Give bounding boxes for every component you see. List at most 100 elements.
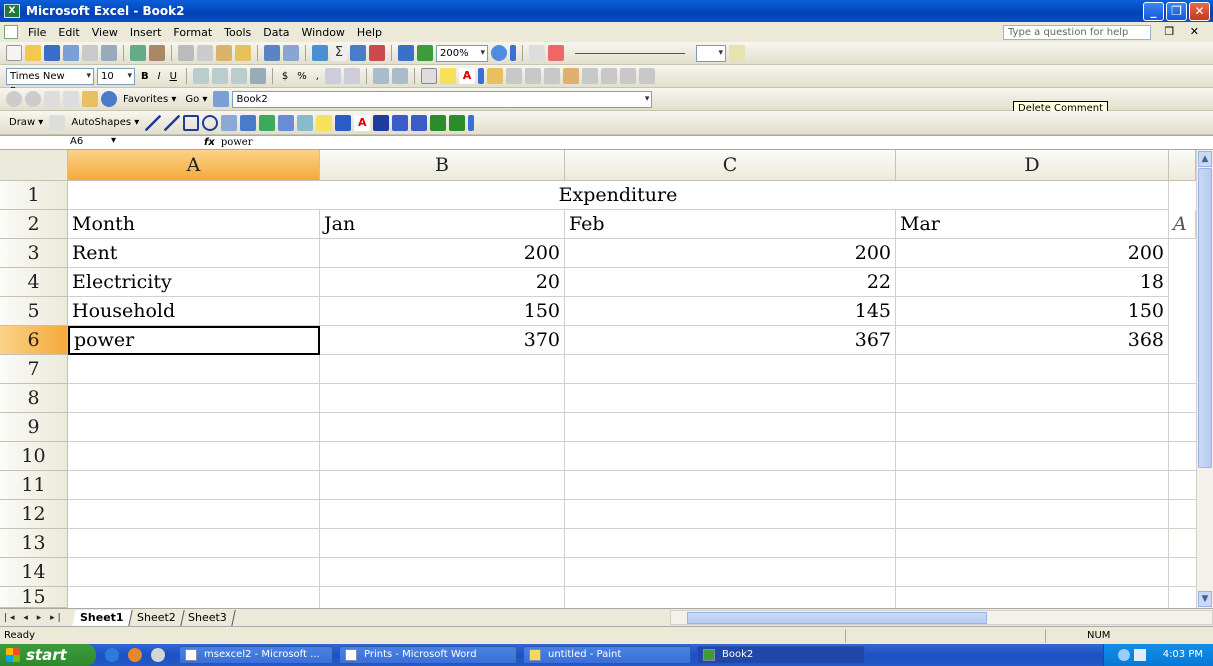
reviewing-icon-1[interactable]: [486, 68, 503, 84]
cell-d6[interactable]: 368: [896, 326, 1169, 355]
drawing-icon[interactable]: [417, 45, 433, 61]
row-header-5[interactable]: 5: [0, 297, 68, 326]
arrow-style-icon[interactable]: [411, 114, 428, 131]
forward-icon[interactable]: [25, 91, 41, 107]
taskbar-item-prints[interactable]: Prints - Microsoft Word: [339, 646, 517, 664]
insert-function-icon[interactable]: fx: [204, 137, 215, 148]
reviewing-icon-9[interactable]: [638, 68, 655, 84]
line-color-icon[interactable]: [335, 114, 352, 131]
zoom-select[interactable]: 200%: [436, 44, 488, 62]
horizontal-scrollbar[interactable]: [670, 610, 1213, 625]
row-header-11[interactable]: 11: [0, 471, 68, 500]
textbox-icon[interactable]: [221, 114, 238, 131]
cell-title[interactable]: Expenditure: [68, 181, 1169, 210]
format-painter-icon[interactable]: [235, 45, 251, 61]
ie-quicklaunch-icon[interactable]: [105, 648, 119, 662]
row-header-12[interactable]: 12: [0, 500, 68, 529]
taskbar-item-paint[interactable]: untitled - Paint: [523, 646, 691, 664]
taskbar-item-msexcel2[interactable]: msexcel2 - Microsoft ...: [179, 646, 333, 664]
draw-font-color-icon[interactable]: A: [354, 114, 371, 131]
font-size-select[interactable]: 10: [97, 67, 135, 85]
reviewing-icon-6[interactable]: [581, 68, 598, 84]
cell-d3[interactable]: 200: [896, 239, 1169, 268]
rectangle-icon[interactable]: [183, 114, 200, 131]
font-color-icon[interactable]: A: [458, 68, 475, 84]
back-icon[interactable]: [6, 91, 22, 107]
menu-insert[interactable]: Insert: [124, 26, 168, 39]
reviewing-icon-5[interactable]: [562, 68, 579, 84]
underline-button[interactable]: U: [167, 71, 180, 82]
empty-cells[interactable]: [68, 355, 1196, 608]
select-all-button[interactable]: [0, 150, 68, 181]
pen-color-icon[interactable]: [729, 45, 745, 61]
shadow-icon[interactable]: [430, 114, 447, 131]
show-only-web-toolbar-icon[interactable]: [213, 91, 230, 107]
column-header-a[interactable]: A: [68, 150, 320, 181]
close-button[interactable]: ✕: [1189, 2, 1210, 21]
select-objects-icon[interactable]: [49, 114, 66, 131]
picture-icon[interactable]: [297, 114, 314, 131]
cell-b6[interactable]: 370: [320, 326, 565, 355]
comma-button[interactable]: ,: [313, 71, 322, 82]
cut-icon[interactable]: [178, 45, 194, 61]
worksheet-grid[interactable]: A B C D 1 2 3 4 5 6 7 8 9 10 11 12 13 14…: [0, 150, 1213, 608]
3d-icon[interactable]: [449, 114, 466, 131]
align-center-icon[interactable]: [211, 68, 228, 84]
redo-icon[interactable]: [283, 45, 299, 61]
sort-descending-icon[interactable]: [369, 45, 385, 61]
vertical-scroll-thumb[interactable]: [1198, 168, 1212, 468]
menu-help[interactable]: Help: [351, 26, 388, 39]
start-button[interactable]: start: [0, 644, 96, 666]
toolbar-options-icon[interactable]: [477, 68, 484, 84]
menu-format[interactable]: Format: [167, 26, 218, 39]
column-header-b[interactable]: B: [320, 150, 565, 181]
decrease-indent-icon[interactable]: [372, 68, 389, 84]
cell-b5[interactable]: 150: [320, 297, 565, 326]
vertical-scrollbar[interactable]: ▲ ▼: [1196, 150, 1213, 608]
paste-icon[interactable]: [216, 45, 232, 61]
comment-icon[interactable]: [529, 45, 545, 61]
row-header-9[interactable]: 9: [0, 413, 68, 442]
print-icon[interactable]: [82, 45, 98, 61]
new-icon[interactable]: [6, 45, 22, 61]
firefox-quicklaunch-icon[interactable]: [128, 648, 142, 662]
diagram-icon[interactable]: [259, 114, 276, 131]
cell-b4[interactable]: 20: [320, 268, 565, 297]
menu-data[interactable]: Data: [257, 26, 295, 39]
research-icon[interactable]: [149, 45, 165, 61]
italic-button[interactable]: I: [155, 71, 164, 82]
cell-c3[interactable]: 200: [565, 239, 896, 268]
row-header-10[interactable]: 10: [0, 442, 68, 471]
cell-c5[interactable]: 145: [565, 297, 896, 326]
spelling-icon[interactable]: [130, 45, 146, 61]
currency-button[interactable]: $: [279, 71, 291, 82]
increase-decimal-icon[interactable]: [324, 68, 341, 84]
clip-art-icon[interactable]: [278, 114, 295, 131]
menu-edit[interactable]: Edit: [52, 26, 85, 39]
row-header-4[interactable]: 4: [0, 268, 68, 297]
print-preview-icon[interactable]: [101, 45, 117, 61]
cell-d4[interactable]: 18: [896, 268, 1169, 297]
reviewing-icon-2[interactable]: [505, 68, 522, 84]
arrow-icon[interactable]: [164, 114, 181, 131]
increase-indent-icon[interactable]: [391, 68, 408, 84]
hyperlink-icon[interactable]: [312, 45, 328, 61]
row-header-15[interactable]: 15: [0, 587, 68, 608]
cell-a2[interactable]: Month: [68, 210, 320, 239]
autosum-icon[interactable]: Σ: [331, 45, 347, 61]
row-header-13[interactable]: 13: [0, 529, 68, 558]
undo-icon[interactable]: [264, 45, 280, 61]
taskbar-item-book2[interactable]: Book2: [697, 646, 865, 664]
cell-c6[interactable]: 367: [565, 326, 896, 355]
line-style-select[interactable]: [696, 44, 726, 62]
volume-icon[interactable]: [1134, 649, 1146, 661]
refresh-icon[interactable]: [63, 91, 79, 107]
percent-button[interactable]: %: [294, 71, 310, 82]
row-header-2[interactable]: 2: [0, 210, 68, 239]
decrease-decimal-icon[interactable]: [343, 68, 360, 84]
draw-fill-color-icon[interactable]: [316, 114, 333, 131]
row-header-8[interactable]: 8: [0, 384, 68, 413]
cell-a3[interactable]: Rent: [68, 239, 320, 268]
menu-tools[interactable]: Tools: [218, 26, 257, 39]
tab-sheet2[interactable]: Sheet2: [128, 609, 185, 626]
